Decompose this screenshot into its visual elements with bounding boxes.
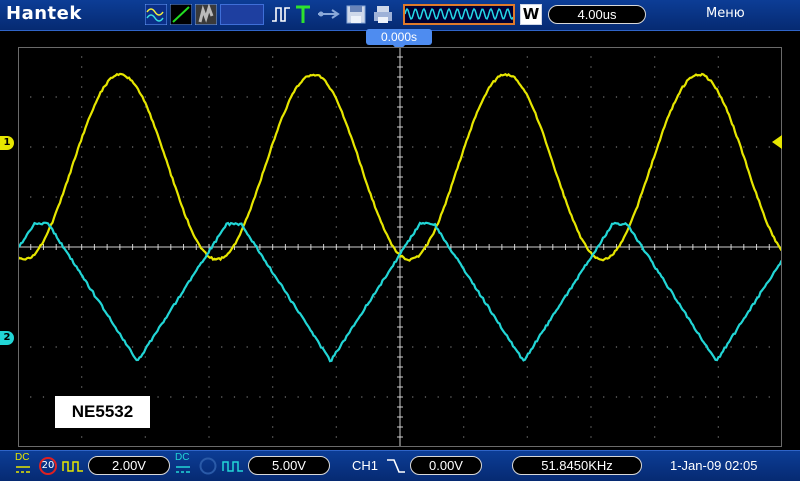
save-icon[interactable] [346,4,366,25]
wave-normal-icon[interactable] [145,4,167,25]
device-note-label: NE5532 [55,396,150,428]
trigger-position-label: 0.000s [366,29,432,45]
ch2-dc-icon [175,464,191,476]
mode-indicator: W [520,4,542,25]
trigger-source[interactable]: CH1 [352,458,378,473]
top-status-bar: Hantek W 4.00us Меню [0,0,800,31]
usb-icon[interactable] [316,4,342,25]
ch1-dc-icon [15,464,31,476]
ch1-invert-icon[interactable] [62,459,84,473]
brand-logo: Hantek [6,3,82,24]
ch2-invert-icon[interactable] [222,459,244,473]
trigger-t-icon[interactable] [294,4,312,25]
memory-depth-strip[interactable] [403,4,515,25]
ch1-ground-marker[interactable]: 1 [0,136,14,150]
trigger-level[interactable]: 0.00V [410,456,482,475]
memory-wave-icon [405,6,513,23]
frequency-readout: 51.8450KHz [512,456,642,475]
ch1-volts-div[interactable]: 2.00V [88,456,170,475]
date-time: 1-Jan-09 02:05 [670,458,757,473]
timebase-readout[interactable]: 4.00us [548,5,646,24]
center-axes [18,47,782,447]
vector-line-icon[interactable] [170,4,192,25]
trigger-edge-rising-icon[interactable] [385,457,407,475]
dots-icon[interactable] [195,4,217,25]
ch1-coupling[interactable]: DC [15,452,29,463]
menu-button[interactable]: Меню [706,6,745,21]
ch2-volts-div[interactable]: 5.00V [248,456,330,475]
ch1-bandwidth-limit[interactable]: 20 [39,457,57,475]
ch2-ground-marker[interactable]: 2 [0,331,14,345]
blank-box-icon [220,4,264,25]
oscilloscope-screen [18,47,782,447]
bottom-status-bar: DC 20 2.00V DC 5.00V CH1 0.00V 51.8450KH… [0,450,800,481]
ch2-bandwidth-icon[interactable] [199,457,217,475]
ch2-coupling[interactable]: DC [175,452,189,463]
pulse-icon[interactable] [270,4,292,25]
print-icon[interactable] [372,4,394,25]
trigger-level-arrow-icon[interactable] [772,135,786,149]
